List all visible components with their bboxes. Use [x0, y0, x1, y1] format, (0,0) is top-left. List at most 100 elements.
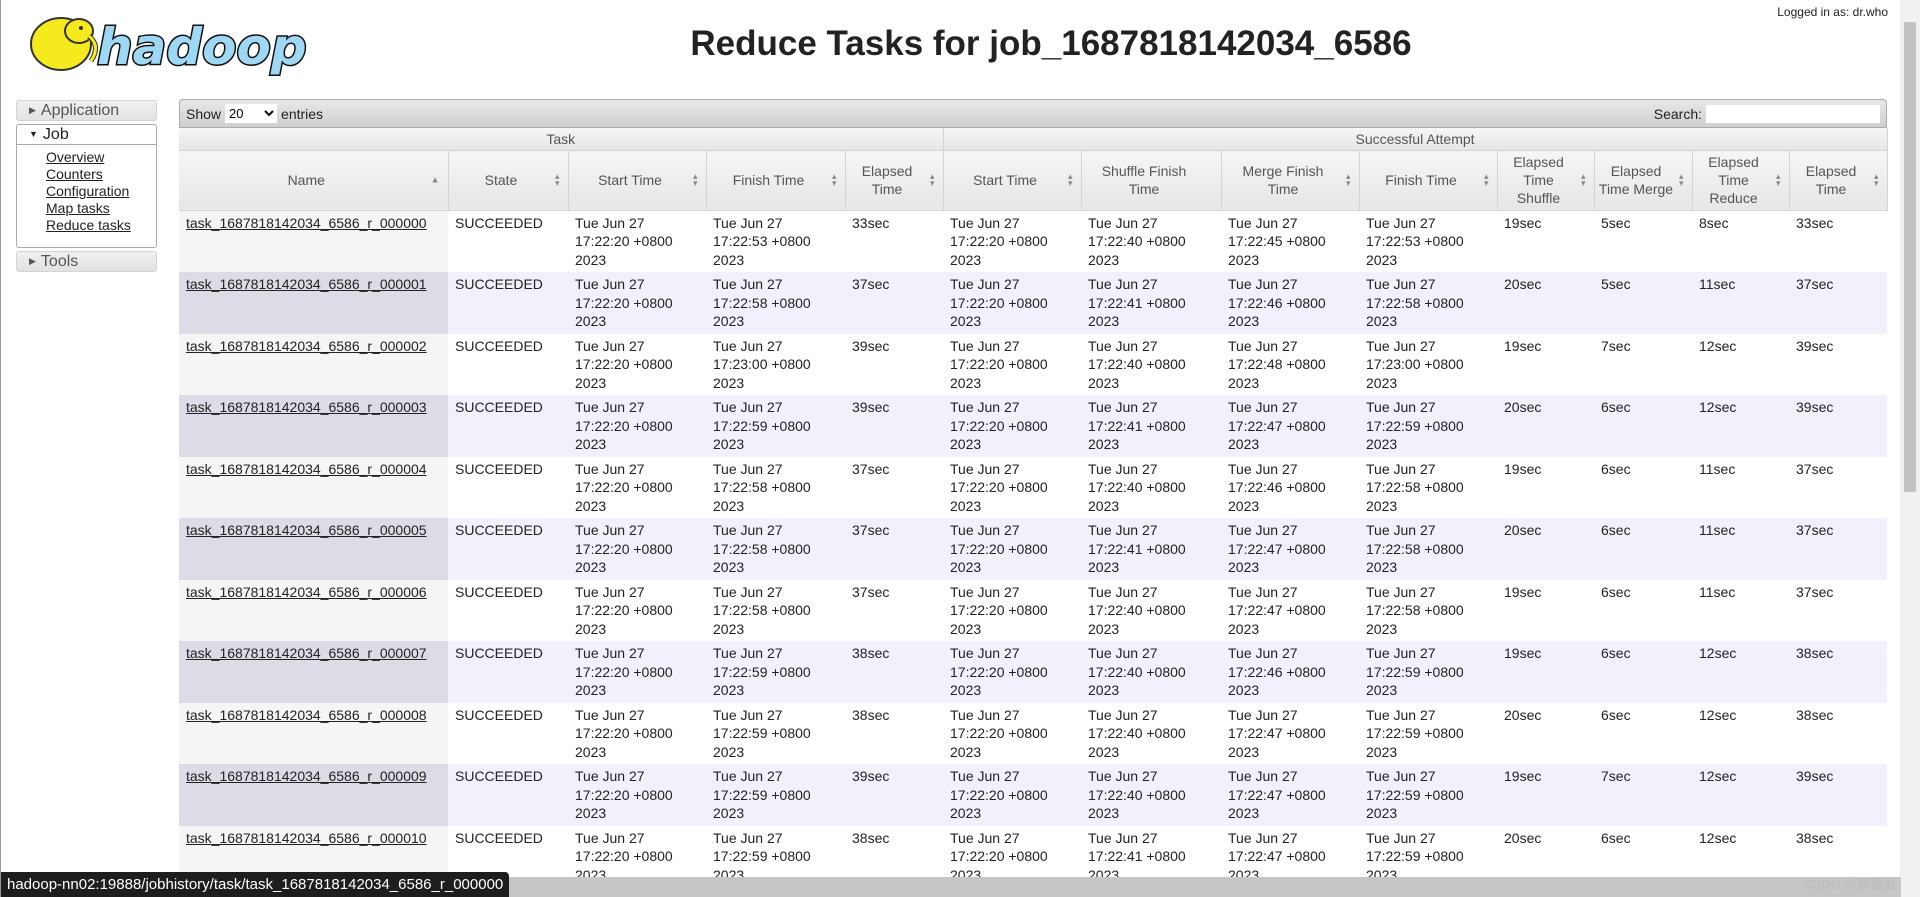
table-cell: 5sec [1594, 272, 1692, 334]
column-header[interactable]: Start Time ▴ ▾ [943, 150, 1082, 211]
column-header[interactable]: Merge Finish Time ▴ ▾ [1221, 150, 1360, 211]
table-cell: Tue Jun 27 17:22:20 +0800 2023 [943, 579, 1081, 641]
task-link[interactable]: task_1687818142034_6586_r_000001 [186, 276, 427, 292]
table-cell: Tue Jun 27 17:22:20 +0800 2023 [943, 395, 1081, 457]
cell-value: 37sec [1796, 522, 1834, 538]
table-cell: SUCCEEDED [448, 518, 568, 580]
table-cell: 20sec [1497, 702, 1594, 764]
cell-value: Tue Jun 27 17:22:40 +0800 2023 [1088, 583, 1186, 637]
sort-icon: ▴ ▾ [1067, 171, 1073, 188]
link-overview[interactable]: Overview [46, 149, 156, 166]
table-cell: Tue Jun 27 17:22:40 +0800 2023 [1081, 210, 1221, 272]
table-cell: 20sec [1497, 395, 1594, 457]
table-cell: 33sec [845, 210, 943, 272]
cell-value: Tue Jun 27 17:22:59 +0800 2023 [1366, 768, 1464, 821]
table-cell: SUCCEEDED [448, 579, 568, 641]
table-cell: 38sec [1789, 702, 1888, 764]
table-cell: Tue Jun 27 17:22:40 +0800 2023 [1081, 702, 1221, 764]
cell-value: 20sec [1504, 829, 1542, 846]
cell-value: 19sec [1504, 460, 1542, 477]
cell-value: 19sec [1504, 583, 1542, 600]
cell-value: 39sec [1796, 768, 1834, 784]
cell-value: 11sec [1699, 276, 1736, 292]
task-link[interactable]: task_1687818142034_6586_r_000008 [186, 707, 427, 723]
search-input[interactable] [1706, 104, 1880, 123]
sidebar-application[interactable]: ▶ Application [16, 100, 157, 121]
cell-value: Tue Jun 27 17:22:20 +0800 2023 [575, 460, 673, 514]
cell-value: Tue Jun 27 17:22:58 +0800 2023 [1366, 276, 1464, 329]
cell-value: 11sec [1699, 460, 1736, 477]
table-cell: task_1687818142034_6586_r_000002 [179, 333, 448, 395]
table-cell: Tue Jun 27 17:23:00 +0800 2023 [706, 333, 845, 395]
table-cell: 37sec [1789, 579, 1888, 641]
table-cell: 37sec [1789, 272, 1888, 334]
task-link[interactable]: task_1687818142034_6586_r_000003 [186, 399, 427, 415]
link-map-tasks[interactable]: Map tasks [46, 200, 156, 217]
table-cell: Tue Jun 27 17:22:53 +0800 2023 [706, 210, 845, 272]
column-header[interactable]: Elapsed Time Reduce ▴ ▾ [1692, 150, 1790, 211]
vertical-scrollbar[interactable] [1900, 0, 1920, 897]
task-link[interactable]: task_1687818142034_6586_r_000002 [186, 338, 427, 354]
sidebar-application-label: Application [40, 102, 120, 119]
task-link[interactable]: task_1687818142034_6586_r_000007 [186, 645, 427, 661]
column-header-label: Elapsed Time Merge [1598, 163, 1674, 197]
task-link[interactable]: task_1687818142034_6586_r_000005 [186, 522, 427, 538]
task-link[interactable]: task_1687818142034_6586_r_000006 [186, 584, 427, 600]
column-header[interactable]: Start Time ▴ ▾ [568, 150, 707, 211]
column-header[interactable]: Elapsed Time ▴ ▾ [845, 150, 944, 211]
show-label: Show [186, 105, 222, 122]
cell-value: Tue Jun 27 17:22:20 +0800 2023 [575, 522, 673, 575]
cell-value: 6sec [1601, 706, 1631, 723]
link-configuration[interactable]: Configuration [46, 183, 156, 200]
sidebar-job[interactable]: ▼ Job [16, 124, 157, 145]
svg-text:hadoop: hadoop [97, 18, 307, 76]
cell-value: 38sec [1796, 645, 1834, 661]
link-reduce-tasks[interactable]: Reduce tasks [46, 217, 156, 234]
task-link[interactable]: task_1687818142034_6586_r_000004 [186, 461, 427, 477]
table-cell: 19sec [1497, 333, 1594, 395]
scrollbar-thumb[interactable] [1904, 22, 1916, 492]
cell-value: 6sec [1601, 399, 1631, 415]
table-cell: 37sec [845, 272, 943, 334]
cell-value: 11sec [1699, 522, 1736, 538]
cell-value: 39sec [852, 337, 890, 354]
column-header[interactable]: State ▴ ▾ [448, 150, 569, 211]
cell-value: Tue Jun 27 17:22:47 +0800 2023 [1228, 583, 1326, 637]
sidebar-tools[interactable]: ▶ Tools [16, 251, 157, 272]
cell-value: 6sec [1601, 583, 1631, 600]
cell-value: Tue Jun 27 17:22:46 +0800 2023 [1228, 460, 1326, 514]
table-cell: 39sec [1789, 764, 1888, 826]
group-task: Task [179, 128, 944, 151]
column-header[interactable]: Name ▲ [179, 150, 449, 211]
column-header[interactable]: Elapsed Time ▴ ▾ [1789, 150, 1888, 211]
table-cell: Tue Jun 27 17:22:20 +0800 2023 [568, 456, 706, 518]
table-cell: Tue Jun 27 17:22:59 +0800 2023 [706, 641, 845, 703]
cell-value: Tue Jun 27 17:22:58 +0800 2023 [1366, 460, 1464, 514]
column-header-label: Start Time [598, 172, 662, 188]
cell-value: Tue Jun 27 17:22:41 +0800 2023 [1088, 276, 1186, 329]
table-cell: Tue Jun 27 17:22:20 +0800 2023 [943, 210, 1081, 272]
task-link[interactable]: task_1687818142034_6586_r_000000 [186, 215, 427, 231]
cell-value: Tue Jun 27 17:22:20 +0800 2023 [575, 706, 673, 760]
link-counters[interactable]: Counters [46, 166, 156, 183]
table-cell: SUCCEEDED [448, 764, 568, 826]
cell-value: Tue Jun 27 17:22:20 +0800 2023 [950, 583, 1048, 637]
cell-value: Tue Jun 27 17:22:59 +0800 2023 [1366, 829, 1464, 883]
table-cell: 5sec [1594, 210, 1692, 272]
cell-value: Tue Jun 27 17:22:59 +0800 2023 [1366, 399, 1464, 452]
column-header[interactable]: Finish Time ▴ ▾ [1359, 150, 1498, 211]
table-cell: Tue Jun 27 17:22:59 +0800 2023 [1359, 764, 1497, 826]
cell-value: 6sec [1601, 522, 1631, 538]
task-link[interactable]: task_1687818142034_6586_r_000010 [186, 830, 427, 846]
column-header[interactable]: Shuffle Finish Time [1081, 150, 1222, 211]
table-cell: Tue Jun 27 17:22:40 +0800 2023 [1081, 456, 1221, 518]
triangle-right-icon: ▶ [29, 256, 36, 266]
entries-select[interactable]: 20 [225, 104, 278, 123]
column-header[interactable]: Elapsed Time Shuffle ▴ ▾ [1497, 150, 1595, 211]
column-header-label: State [484, 172, 518, 188]
column-header[interactable]: Finish Time ▴ ▾ [706, 150, 846, 211]
cell-value: 12sec [1699, 399, 1737, 415]
column-header[interactable]: Elapsed Time Merge ▴ ▾ [1594, 150, 1693, 211]
task-link[interactable]: task_1687818142034_6586_r_000009 [186, 768, 427, 784]
cell-value: SUCCEEDED [455, 214, 543, 231]
